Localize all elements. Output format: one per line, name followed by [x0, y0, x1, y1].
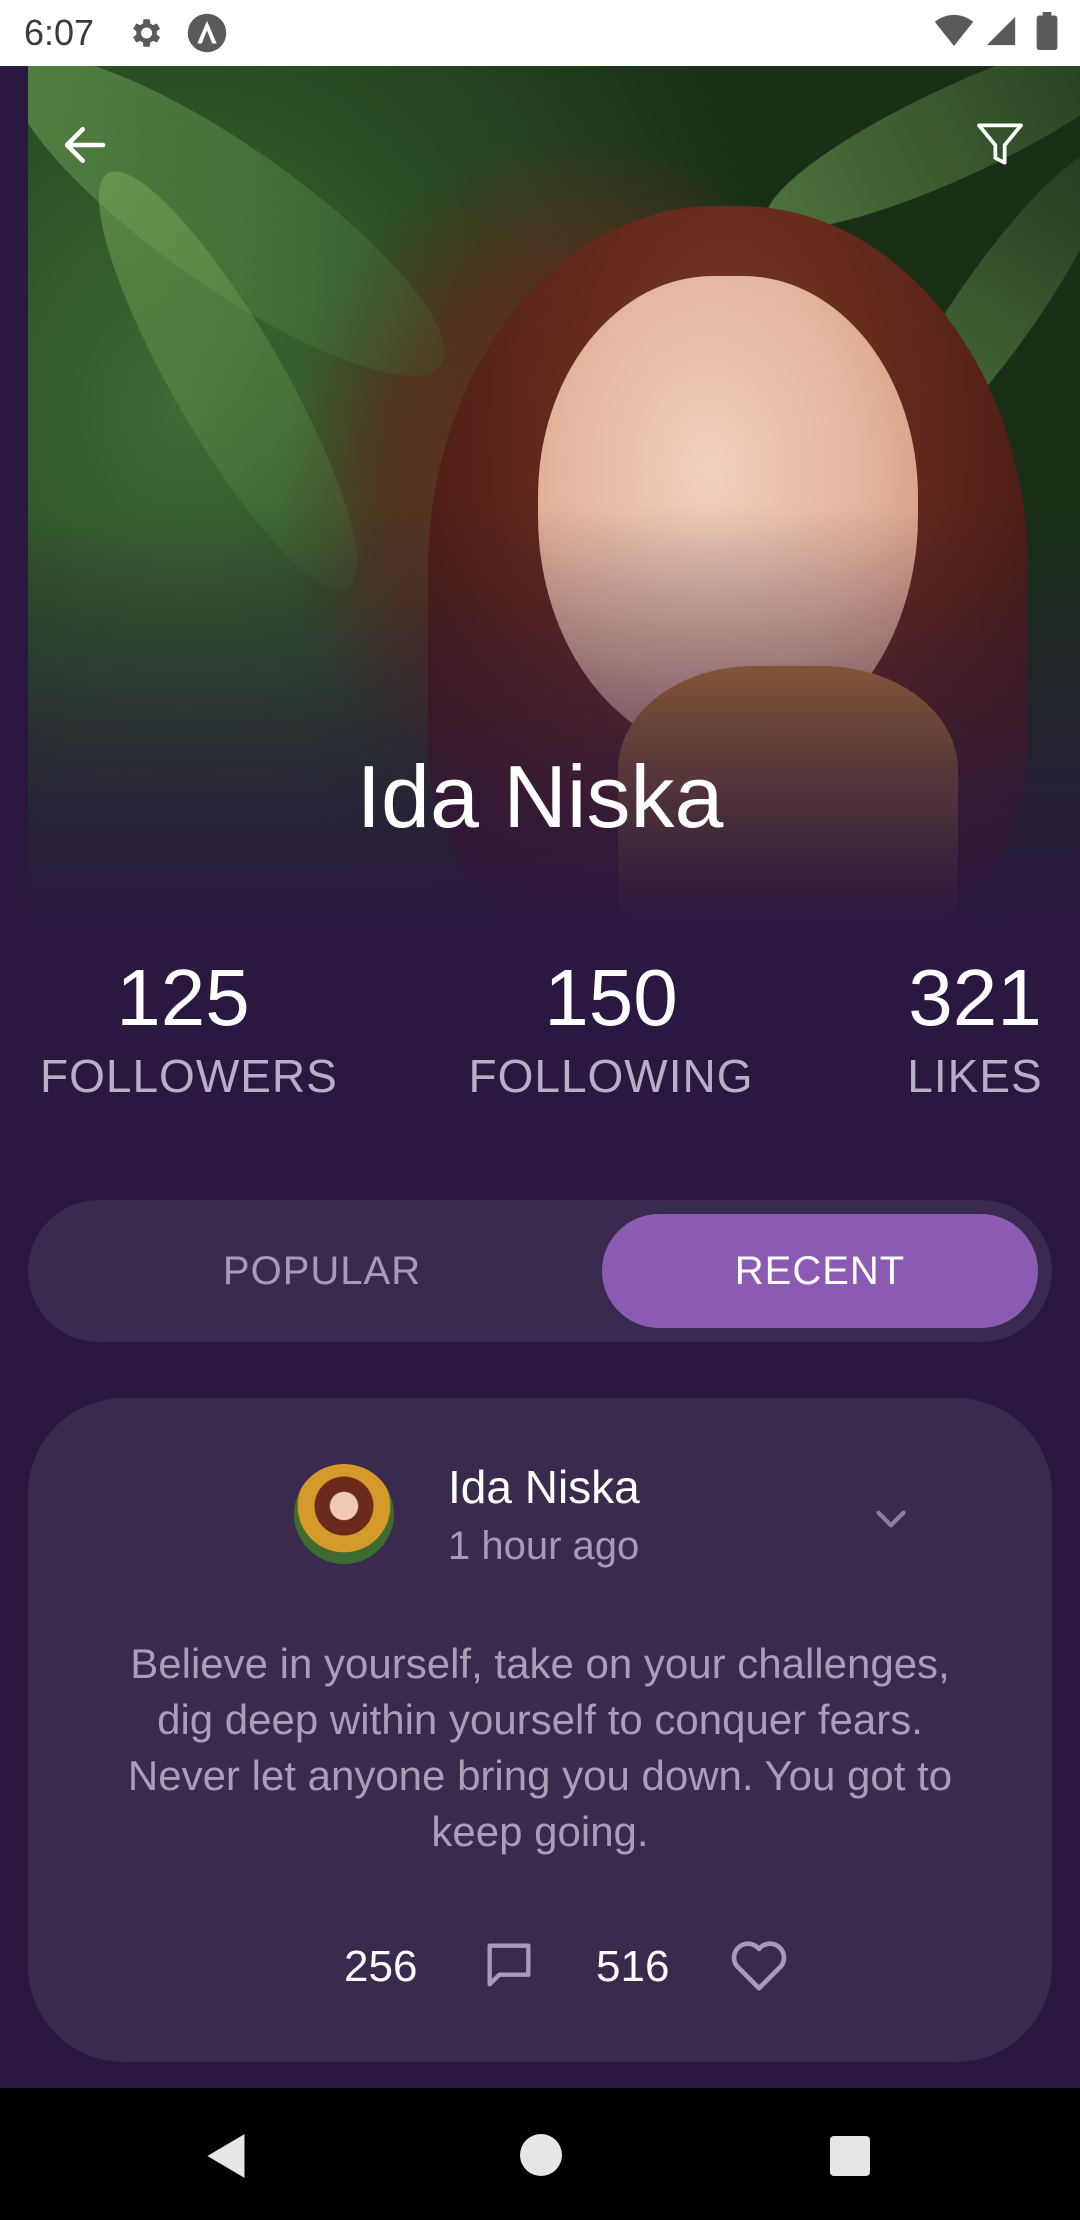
stat-following[interactable]: 150 FOLLOWING [466, 950, 756, 1106]
back-arrow-icon[interactable] [58, 118, 112, 172]
post-time: 1 hour ago [448, 1524, 640, 1568]
profile-header: Ida Niska [0, 66, 1080, 926]
nav-recents-icon[interactable] [830, 2136, 870, 2176]
following-count: 150 [544, 953, 678, 1042]
likes-label: LIKES [907, 1050, 1043, 1102]
comment-icon[interactable] [480, 1936, 538, 1994]
signal-icon [986, 16, 1016, 46]
post-author[interactable]: Ida Niska [448, 1460, 640, 1514]
like-count: 516 [596, 1942, 670, 1991]
nav-back-icon[interactable] [204, 2132, 250, 2180]
system-nav-bar [0, 2088, 1080, 2220]
followers-count: 125 [116, 953, 250, 1042]
avatar[interactable] [294, 1464, 394, 1564]
filter-icon[interactable] [972, 116, 1028, 172]
nav-home-icon[interactable] [520, 2134, 562, 2176]
wifi-icon [934, 14, 974, 46]
battery-icon [1036, 12, 1058, 50]
following-label: FOLLOWING [468, 1050, 754, 1102]
tab-recent[interactable]: RECENT [602, 1214, 1038, 1328]
tab-popular[interactable]: POPULAR [42, 1214, 602, 1328]
post-filter-tabs: POPULAR RECENT [28, 1200, 1052, 1342]
heart-icon[interactable] [728, 1936, 790, 1994]
stat-followers[interactable]: 125 FOLLOWERS [40, 950, 338, 1106]
post-card: Ida Niska 1 hour ago Believe in yourself… [28, 1398, 1052, 2062]
comment-count: 256 [344, 1942, 418, 1991]
status-time: 6:07 [24, 12, 95, 53]
followers-label: FOLLOWERS [40, 1050, 338, 1102]
gear-icon [133, 19, 161, 47]
status-bar: 6:07 [0, 0, 1080, 66]
profile-name: Ida Niska [356, 747, 724, 846]
a-icon [187, 13, 227, 53]
stat-likes[interactable]: 321 LIKES [890, 950, 1060, 1106]
post-body: Believe in yourself, take on your challe… [127, 1640, 953, 1855]
chevron-down-icon[interactable] [866, 1494, 916, 1544]
profile-screen: 6:07 Ida Niska 125 FOLLOWERS 150 FOLLOWI… [0, 0, 1080, 2220]
likes-count: 321 [908, 953, 1042, 1042]
